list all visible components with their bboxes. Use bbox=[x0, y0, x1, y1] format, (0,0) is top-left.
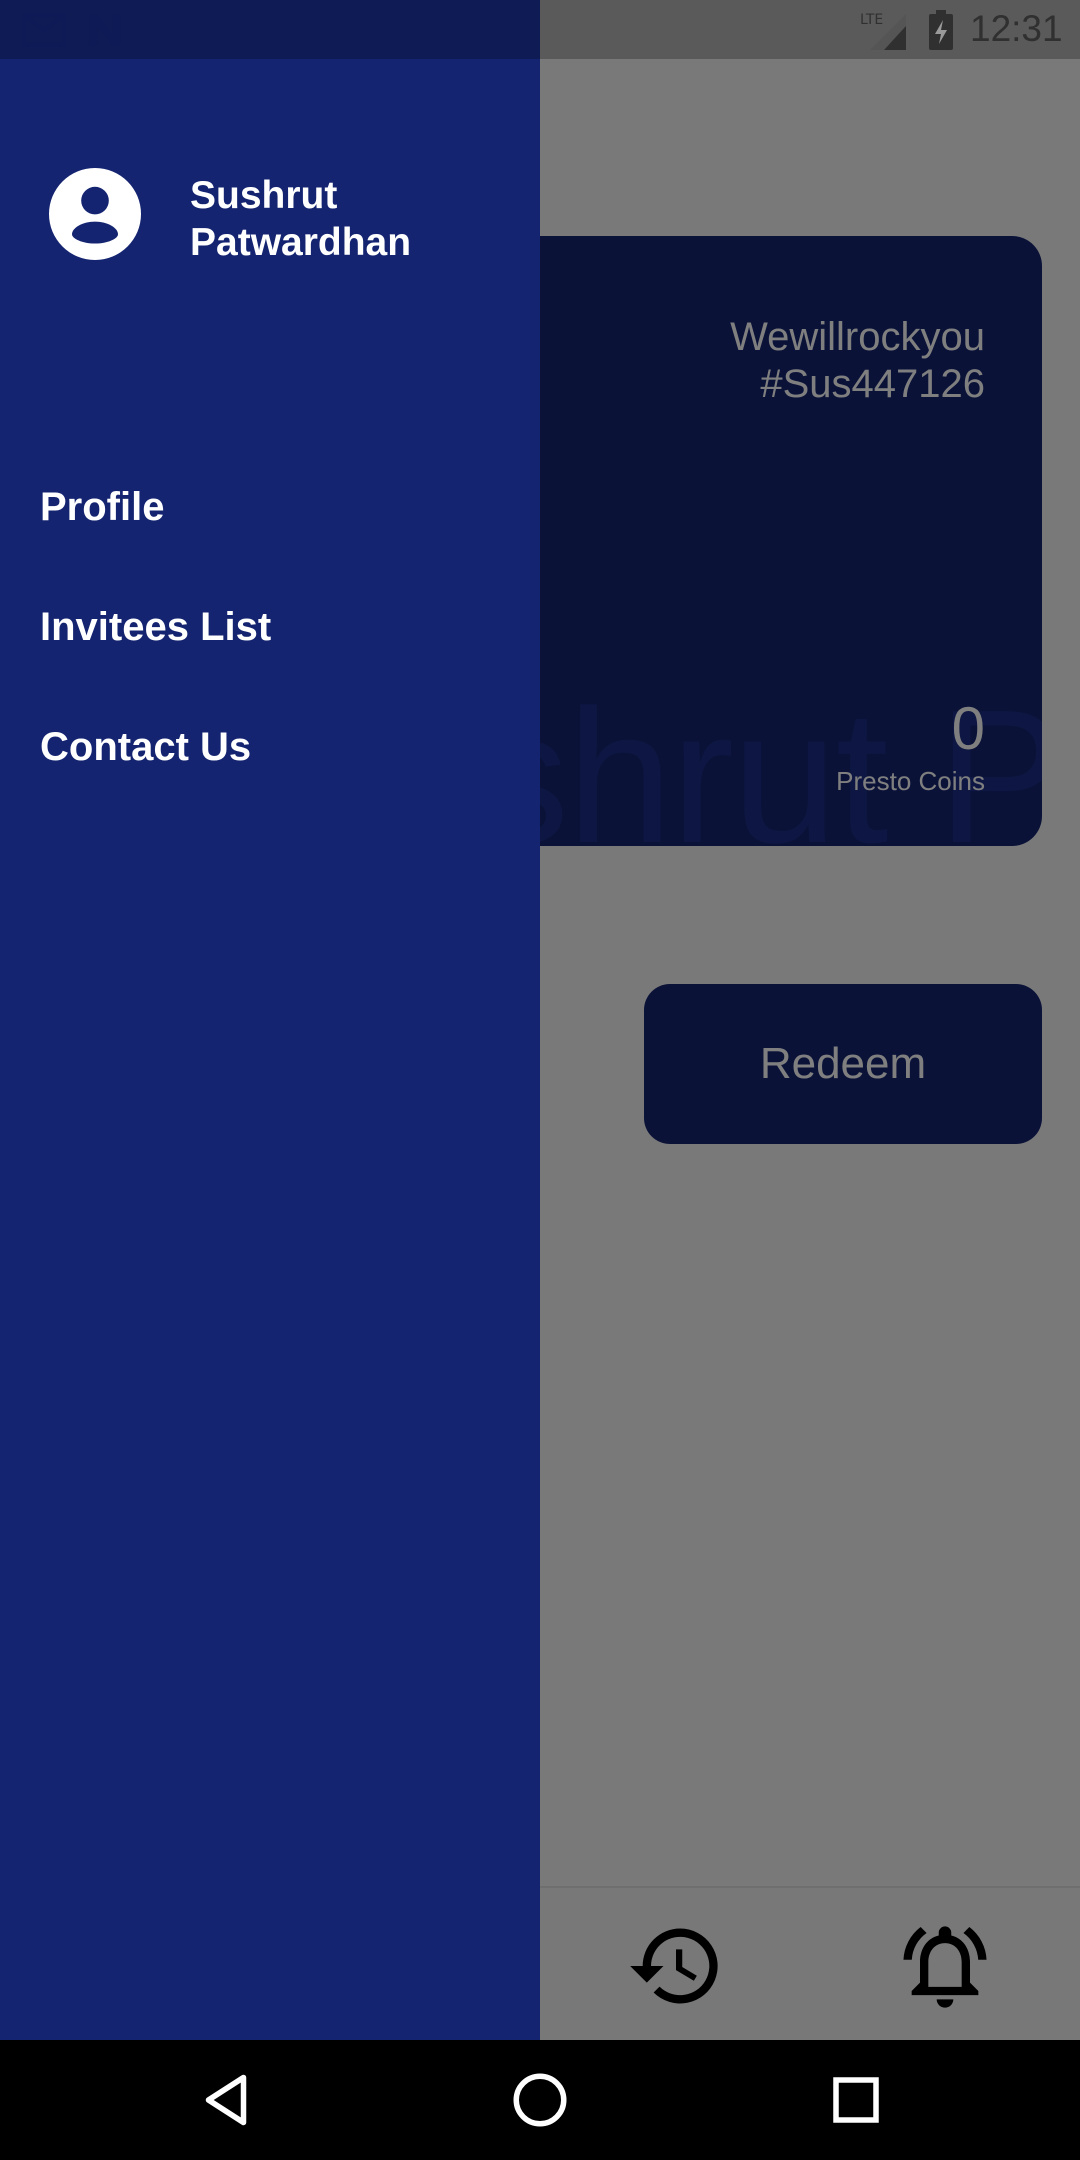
home-icon[interactable] bbox=[510, 2070, 570, 2130]
svg-text:LTE: LTE bbox=[860, 12, 883, 28]
battery-charging-icon bbox=[929, 10, 953, 50]
lte-signal-icon: LTE bbox=[860, 12, 906, 50]
user-name: Sushrut Patwardhan bbox=[190, 172, 411, 266]
back-icon[interactable] bbox=[196, 2070, 256, 2130]
n-icon bbox=[89, 14, 121, 46]
gmail-icon bbox=[22, 13, 66, 47]
status-bar: LTE 12:31 bbox=[0, 0, 1080, 59]
recents-icon[interactable] bbox=[826, 2070, 886, 2130]
clock: 12:31 bbox=[970, 8, 1063, 49]
user-last-name: Patwardhan bbox=[190, 221, 412, 264]
account-circle-icon bbox=[49, 168, 141, 260]
menu-item-invitees-list[interactable]: Invitees List bbox=[40, 582, 500, 672]
screen: shrut P Wewillrockyou #Sus447126 0 Prest… bbox=[0, 0, 1080, 2160]
menu-item-contact-us[interactable]: Contact Us bbox=[40, 702, 500, 792]
navigation-drawer: Sushrut Patwardhan Profile Invitees List… bbox=[0, 0, 540, 2040]
system-nav-bar bbox=[0, 2040, 1080, 2160]
menu-item-profile[interactable]: Profile bbox=[40, 462, 500, 552]
user-first-name: Sushrut bbox=[190, 174, 338, 217]
